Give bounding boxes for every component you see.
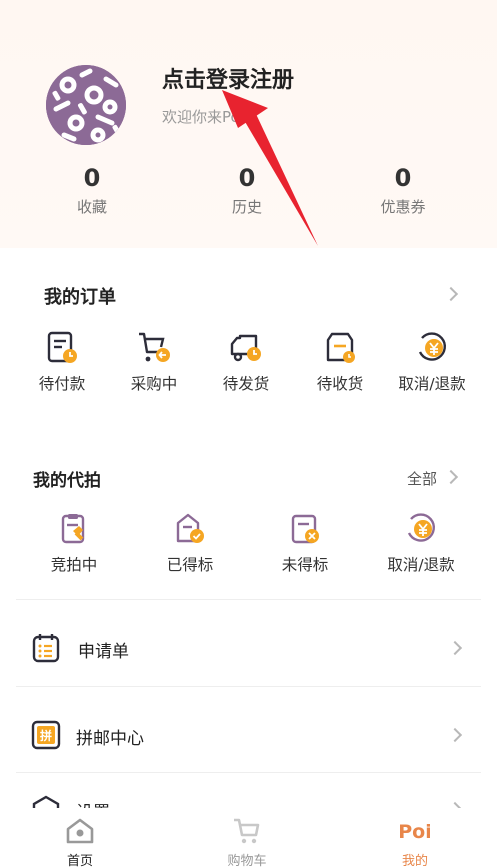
stat-history[interactable]: 0 历史 xyxy=(202,162,292,217)
yen-refund-icon xyxy=(418,332,446,361)
order-item-label: 采购中 xyxy=(130,375,178,393)
menu-row-label: 拼邮中心 xyxy=(76,729,144,749)
poi-pattern-icon xyxy=(46,65,126,145)
stat-value: 0 xyxy=(394,164,412,192)
menu-row-group-mail[interactable]: 拼 拼邮中心 xyxy=(0,692,497,778)
auction-cancel-refund[interactable]: 取消/退款 xyxy=(371,511,471,575)
login-register-link[interactable]: 点击登录注册 xyxy=(162,62,294,94)
payment-pending-icon xyxy=(47,331,77,363)
chevron-right-icon xyxy=(447,640,463,656)
stat-label: 优惠券 xyxy=(380,198,426,216)
auction-item-label: 未得标 xyxy=(281,556,329,574)
menu-row-application[interactable]: 申请单 xyxy=(0,606,497,692)
application-list-icon xyxy=(32,634,60,663)
auction-all-link[interactable]: 全部 xyxy=(407,468,437,489)
won-check-icon xyxy=(176,513,204,543)
order-awaiting-receipt[interactable]: 待收货 xyxy=(290,330,390,394)
order-awaiting-shipment[interactable]: 待发货 xyxy=(196,330,296,394)
lost-x-icon xyxy=(291,514,319,544)
auction-won[interactable]: 已得标 xyxy=(140,511,240,575)
stat-value: 0 xyxy=(238,164,256,192)
svg-text:Poi: Poi xyxy=(400,821,430,843)
menu-row-label: 申请单 xyxy=(78,642,129,662)
bottom-tab-bar: 首页 购物车 Poi 我的 xyxy=(0,808,497,867)
order-item-label: 待收货 xyxy=(316,375,364,393)
tab-cart[interactable]: 购物车 xyxy=(207,816,287,867)
settings-icon xyxy=(32,795,60,808)
order-item-label: 取消/退款 xyxy=(398,375,466,393)
menu-row-label: 设置 xyxy=(76,798,110,808)
svg-text:拼: 拼 xyxy=(40,728,52,743)
chevron-right-icon xyxy=(447,727,463,743)
yen-refund-icon xyxy=(407,513,435,542)
auction-lost[interactable]: 未得标 xyxy=(255,511,355,575)
tab-home[interactable]: 首页 xyxy=(40,816,120,867)
delivery-truck-icon xyxy=(230,334,261,362)
avatar[interactable] xyxy=(46,65,126,145)
profile-header: 点击登录注册 欢迎你来Poi~ 0 收藏 0 历史 0 优惠券 xyxy=(0,0,497,248)
group-mail-icon: 拼 xyxy=(31,720,61,750)
tab-label: 首页 xyxy=(66,854,93,867)
divider xyxy=(16,772,481,773)
auction-item-label: 竞拍中 xyxy=(50,556,98,574)
chevron-right-icon[interactable] xyxy=(443,286,459,302)
welcome-text: 欢迎你来Poi~ xyxy=(162,108,257,126)
auction-title: 我的代拍 xyxy=(33,471,101,491)
auction-bidding[interactable]: 竞拍中 xyxy=(24,511,124,575)
bidding-icon xyxy=(61,514,85,544)
stat-favorites[interactable]: 0 收藏 xyxy=(47,162,137,217)
order-item-label: 待发货 xyxy=(222,375,270,393)
cart-purchasing-icon xyxy=(139,332,170,362)
auction-item-label: 已得标 xyxy=(166,556,214,574)
tab-mine[interactable]: Poi 我的 xyxy=(375,816,455,867)
orders-title: 我的订单 xyxy=(44,287,116,308)
stat-value: 0 xyxy=(83,164,101,192)
menu-row-settings[interactable]: 设置 xyxy=(0,778,497,808)
order-cancel-refund[interactable]: 取消/退款 xyxy=(382,330,482,394)
divider xyxy=(16,599,481,600)
order-purchasing[interactable]: 采购中 xyxy=(104,330,204,394)
order-item-label: 待付款 xyxy=(38,375,86,393)
tab-label: 购物车 xyxy=(227,854,267,867)
divider xyxy=(16,686,481,687)
cart-icon xyxy=(234,818,260,844)
stat-label: 收藏 xyxy=(76,198,107,216)
tab-label: 我的 xyxy=(401,854,428,867)
package-receive-icon xyxy=(326,332,355,363)
chevron-right-icon[interactable] xyxy=(443,469,459,485)
home-icon xyxy=(66,818,94,844)
poi-logo-icon: Poi xyxy=(400,821,430,843)
auction-item-label: 取消/退款 xyxy=(387,556,455,574)
order-pending-payment[interactable]: 待付款 xyxy=(12,330,112,394)
stat-label: 历史 xyxy=(231,198,262,216)
stat-coupons[interactable]: 0 优惠券 xyxy=(358,162,448,217)
